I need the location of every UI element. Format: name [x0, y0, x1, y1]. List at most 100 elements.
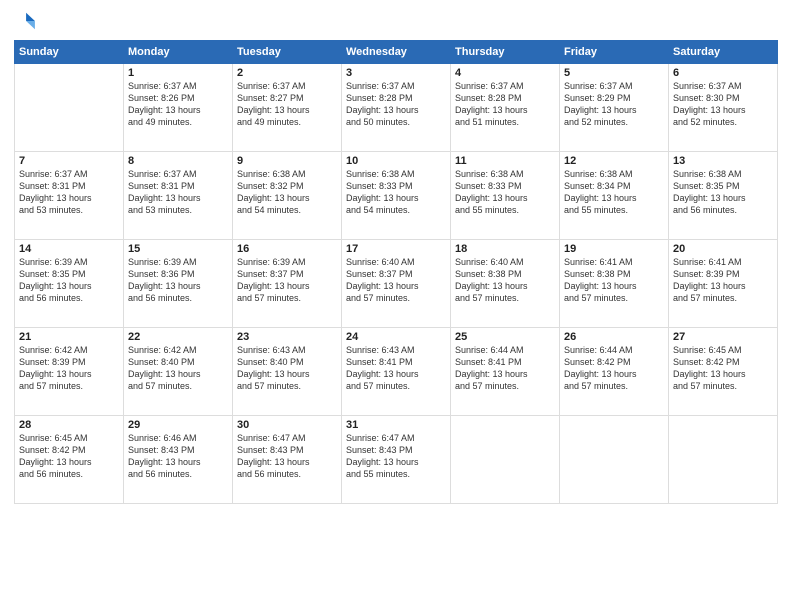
calendar-cell: 27Sunrise: 6:45 AM Sunset: 8:42 PM Dayli… [669, 328, 778, 416]
day-number: 13 [673, 155, 773, 167]
day-info: Sunrise: 6:37 AM Sunset: 8:26 PM Dayligh… [128, 80, 228, 129]
weekday-header: Saturday [669, 41, 778, 64]
calendar-cell: 4Sunrise: 6:37 AM Sunset: 8:28 PM Daylig… [451, 64, 560, 152]
calendar-cell: 23Sunrise: 6:43 AM Sunset: 8:40 PM Dayli… [233, 328, 342, 416]
day-number: 29 [128, 419, 228, 431]
day-number: 7 [19, 155, 119, 167]
day-number: 19 [564, 243, 664, 255]
day-info: Sunrise: 6:41 AM Sunset: 8:38 PM Dayligh… [564, 256, 664, 305]
day-number: 27 [673, 331, 773, 343]
calendar-cell: 3Sunrise: 6:37 AM Sunset: 8:28 PM Daylig… [342, 64, 451, 152]
day-info: Sunrise: 6:42 AM Sunset: 8:39 PM Dayligh… [19, 344, 119, 393]
day-number: 1 [128, 67, 228, 79]
logo [14, 10, 38, 32]
calendar-week-row: 7 Sunrise: 6:37 AM Sunset: 8:31 PM Daylig… [15, 152, 778, 240]
calendar-cell: 26Sunrise: 6:44 AM Sunset: 8:42 PM Dayli… [560, 328, 669, 416]
day-info: Sunrise: 6:38 AM Sunset: 8:33 PM Dayligh… [455, 168, 555, 217]
day-number: 12 [564, 155, 664, 167]
logo-icon [14, 10, 36, 32]
calendar-cell: 19Sunrise: 6:41 AM Sunset: 8:38 PM Dayli… [560, 240, 669, 328]
day-number: 30 [237, 419, 337, 431]
day-info: Sunrise: 6:38 AM Sunset: 8:34 PM Dayligh… [564, 168, 664, 217]
header [14, 10, 778, 32]
calendar-cell: 1Sunrise: 6:37 AM Sunset: 8:26 PM Daylig… [124, 64, 233, 152]
day-info: Sunrise: 6:39 AM Sunset: 8:36 PM Dayligh… [128, 256, 228, 305]
day-info: Sunrise: 6:37 AM Sunset: 8:30 PM Dayligh… [673, 80, 773, 129]
day-number: 5 [564, 67, 664, 79]
day-number: 31 [346, 419, 446, 431]
calendar-cell: 7Sunrise: 6:37 AM Sunset: 8:31 PM Daylig… [15, 152, 124, 240]
weekday-header: Tuesday [233, 41, 342, 64]
day-number: 25 [455, 331, 555, 343]
page: SundayMondayTuesdayWednesdayThursdayFrid… [0, 0, 792, 612]
calendar-table: SundayMondayTuesdayWednesdayThursdayFrid… [14, 40, 778, 504]
day-info: Sunrise: 6:46 AM Sunset: 8:43 PM Dayligh… [128, 432, 228, 481]
weekday-header: Wednesday [342, 41, 451, 64]
day-number: 17 [346, 243, 446, 255]
day-info: Sunrise: 6:37 AM Sunset: 8:28 PM Dayligh… [346, 80, 446, 129]
calendar-cell: 22Sunrise: 6:42 AM Sunset: 8:40 PM Dayli… [124, 328, 233, 416]
day-info: Sunrise: 6:43 AM Sunset: 8:41 PM Dayligh… [346, 344, 446, 393]
calendar-cell: 30Sunrise: 6:47 AM Sunset: 8:43 PM Dayli… [233, 416, 342, 504]
day-number: 3 [346, 67, 446, 79]
calendar-cell: 2Sunrise: 6:37 AM Sunset: 8:27 PM Daylig… [233, 64, 342, 152]
calendar-cell: 15Sunrise: 6:39 AM Sunset: 8:36 PM Dayli… [124, 240, 233, 328]
calendar-week-row: 14Sunrise: 6:39 AM Sunset: 8:35 PM Dayli… [15, 240, 778, 328]
calendar-week-row: 1Sunrise: 6:37 AM Sunset: 8:26 PM Daylig… [15, 64, 778, 152]
day-number: 10 [346, 155, 446, 167]
day-info: Sunrise: 6:39 AM Sunset: 8:37 PM Dayligh… [237, 256, 337, 305]
day-number: 11 [455, 155, 555, 167]
calendar-header-row: SundayMondayTuesdayWednesdayThursdayFrid… [15, 41, 778, 64]
day-info: Sunrise: 6:45 AM Sunset: 8:42 PM Dayligh… [19, 432, 119, 481]
day-info: Sunrise: 6:38 AM Sunset: 8:35 PM Dayligh… [673, 168, 773, 217]
day-info: Sunrise: 6:41 AM Sunset: 8:39 PM Dayligh… [673, 256, 773, 305]
calendar-cell [15, 64, 124, 152]
day-info: Sunrise: 6:44 AM Sunset: 8:42 PM Dayligh… [564, 344, 664, 393]
day-number: 26 [564, 331, 664, 343]
calendar-cell: 5Sunrise: 6:37 AM Sunset: 8:29 PM Daylig… [560, 64, 669, 152]
calendar-cell [560, 416, 669, 504]
day-info: Sunrise: 6:37 AM Sunset: 8:29 PM Dayligh… [564, 80, 664, 129]
weekday-header: Friday [560, 41, 669, 64]
day-number: 18 [455, 243, 555, 255]
day-info: Sunrise: 6:38 AM Sunset: 8:33 PM Dayligh… [346, 168, 446, 217]
day-info: Sunrise: 6:38 AM Sunset: 8:32 PM Dayligh… [237, 168, 337, 217]
calendar-cell: 12Sunrise: 6:38 AM Sunset: 8:34 PM Dayli… [560, 152, 669, 240]
calendar-cell: 11Sunrise: 6:38 AM Sunset: 8:33 PM Dayli… [451, 152, 560, 240]
weekday-header: Thursday [451, 41, 560, 64]
calendar-cell [451, 416, 560, 504]
day-info: Sunrise: 6:39 AM Sunset: 8:35 PM Dayligh… [19, 256, 119, 305]
day-number: 16 [237, 243, 337, 255]
day-info: Sunrise: 6:45 AM Sunset: 8:42 PM Dayligh… [673, 344, 773, 393]
day-info: Sunrise: 6:40 AM Sunset: 8:38 PM Dayligh… [455, 256, 555, 305]
day-info: Sunrise: 6:37 AM Sunset: 8:27 PM Dayligh… [237, 80, 337, 129]
day-info: Sunrise: 6:43 AM Sunset: 8:40 PM Dayligh… [237, 344, 337, 393]
day-info: Sunrise: 6:40 AM Sunset: 8:37 PM Dayligh… [346, 256, 446, 305]
calendar-cell: 16Sunrise: 6:39 AM Sunset: 8:37 PM Dayli… [233, 240, 342, 328]
day-number: 6 [673, 67, 773, 79]
day-number: 4 [455, 67, 555, 79]
calendar-cell: 20Sunrise: 6:41 AM Sunset: 8:39 PM Dayli… [669, 240, 778, 328]
day-info: Sunrise: 6:47 AM Sunset: 8:43 PM Dayligh… [346, 432, 446, 481]
day-number: 28 [19, 419, 119, 431]
day-number: 2 [237, 67, 337, 79]
calendar-cell: 13Sunrise: 6:38 AM Sunset: 8:35 PM Dayli… [669, 152, 778, 240]
weekday-header: Monday [124, 41, 233, 64]
weekday-header: Sunday [15, 41, 124, 64]
day-number: 8 [128, 155, 228, 167]
day-number: 23 [237, 331, 337, 343]
calendar-cell: 18Sunrise: 6:40 AM Sunset: 8:38 PM Dayli… [451, 240, 560, 328]
calendar-cell: 14Sunrise: 6:39 AM Sunset: 8:35 PM Dayli… [15, 240, 124, 328]
calendar-cell: 8Sunrise: 6:37 AM Sunset: 8:31 PM Daylig… [124, 152, 233, 240]
day-number: 20 [673, 243, 773, 255]
calendar-cell: 10Sunrise: 6:38 AM Sunset: 8:33 PM Dayli… [342, 152, 451, 240]
day-info: Sunrise: 6:37 AM Sunset: 8:28 PM Dayligh… [455, 80, 555, 129]
calendar-cell: 24Sunrise: 6:43 AM Sunset: 8:41 PM Dayli… [342, 328, 451, 416]
calendar-cell: 17Sunrise: 6:40 AM Sunset: 8:37 PM Dayli… [342, 240, 451, 328]
day-info: Sunrise: 6:37 AM Sunset: 8:31 PM Dayligh… [128, 168, 228, 217]
calendar-cell: 9Sunrise: 6:38 AM Sunset: 8:32 PM Daylig… [233, 152, 342, 240]
day-number: 24 [346, 331, 446, 343]
calendar-cell: 21Sunrise: 6:42 AM Sunset: 8:39 PM Dayli… [15, 328, 124, 416]
calendar-cell: 31Sunrise: 6:47 AM Sunset: 8:43 PM Dayli… [342, 416, 451, 504]
day-info: Sunrise: 6:47 AM Sunset: 8:43 PM Dayligh… [237, 432, 337, 481]
